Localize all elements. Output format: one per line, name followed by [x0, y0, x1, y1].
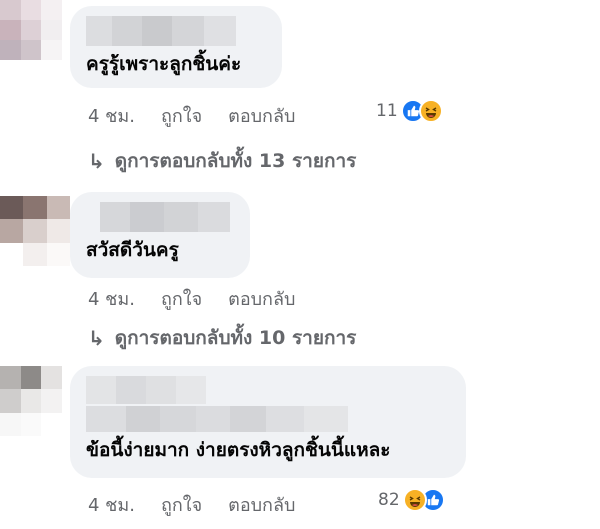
reaction-count: 82: [378, 490, 400, 510]
like-button[interactable]: ถูกใจ: [161, 490, 202, 519]
avatar[interactable]: [0, 366, 62, 436]
comment-bubble: ข้อนี้ง่ายมาก ง่ายตรงหิวลูกชิ้นนี้แหละ: [70, 366, 466, 478]
comment-bubble: ครูรู้เพราะลูกชิ้นค่ะ: [70, 6, 282, 88]
like-button[interactable]: ถูกใจ: [161, 101, 202, 130]
comment-actions: 4 ชม. ถูกใจ ตอบกลับ: [88, 284, 321, 313]
comment-text: สวัสดีวันครู: [86, 239, 179, 261]
haha-icon: [402, 488, 427, 512]
comment-text: ครูรู้เพราะลูกชิ้นค่ะ: [86, 53, 242, 75]
avatar[interactable]: [0, 0, 62, 60]
comment-bubble: สวัสดีวันครู: [70, 192, 250, 278]
comment-actions: 4 ชม. ถูกใจ ตอบกลับ: [88, 101, 321, 130]
comment-text: ข้อนี้ง่ายมาก ง่ายตรงหิวลูกชิ้นนี้แหละ: [86, 439, 391, 461]
reply-button[interactable]: ตอบกลับ: [228, 101, 295, 130]
avatar[interactable]: [0, 196, 70, 266]
author-subtitle-blurred: [86, 406, 348, 432]
timestamp[interactable]: 4 ชม.: [88, 490, 135, 519]
reply-arrow-icon: ↳: [88, 149, 105, 173]
timestamp[interactable]: 4 ชม.: [88, 101, 135, 130]
reply-button[interactable]: ตอบกลับ: [228, 284, 295, 313]
reply-arrow-icon: ↳: [88, 326, 105, 350]
author-name-blurred[interactable]: [100, 202, 230, 232]
view-replies-text: ดูการตอบกลับทั้ง 13 รายการ: [114, 150, 357, 172]
view-replies-text: ดูการตอบกลับทั้ง 10 รายการ: [114, 327, 357, 349]
view-replies-link[interactable]: ↳ ดูการตอบกลับทั้ง 13 รายการ: [88, 146, 356, 176]
like-button[interactable]: ถูกใจ: [161, 284, 202, 313]
reaction-summary[interactable]: 82: [378, 488, 445, 512]
author-name-blurred[interactable]: [86, 16, 236, 46]
haha-icon: [418, 99, 443, 123]
timestamp[interactable]: 4 ชม.: [88, 284, 135, 313]
reply-button[interactable]: ตอบกลับ: [228, 490, 295, 519]
comment-actions: 4 ชม. ถูกใจ ตอบกลับ: [88, 490, 321, 519]
view-replies-link[interactable]: ↳ ดูการตอบกลับทั้ง 10 รายการ: [88, 323, 356, 353]
author-name-blurred[interactable]: [86, 376, 206, 404]
reaction-summary[interactable]: 11: [376, 99, 443, 123]
reaction-count: 11: [376, 101, 398, 121]
